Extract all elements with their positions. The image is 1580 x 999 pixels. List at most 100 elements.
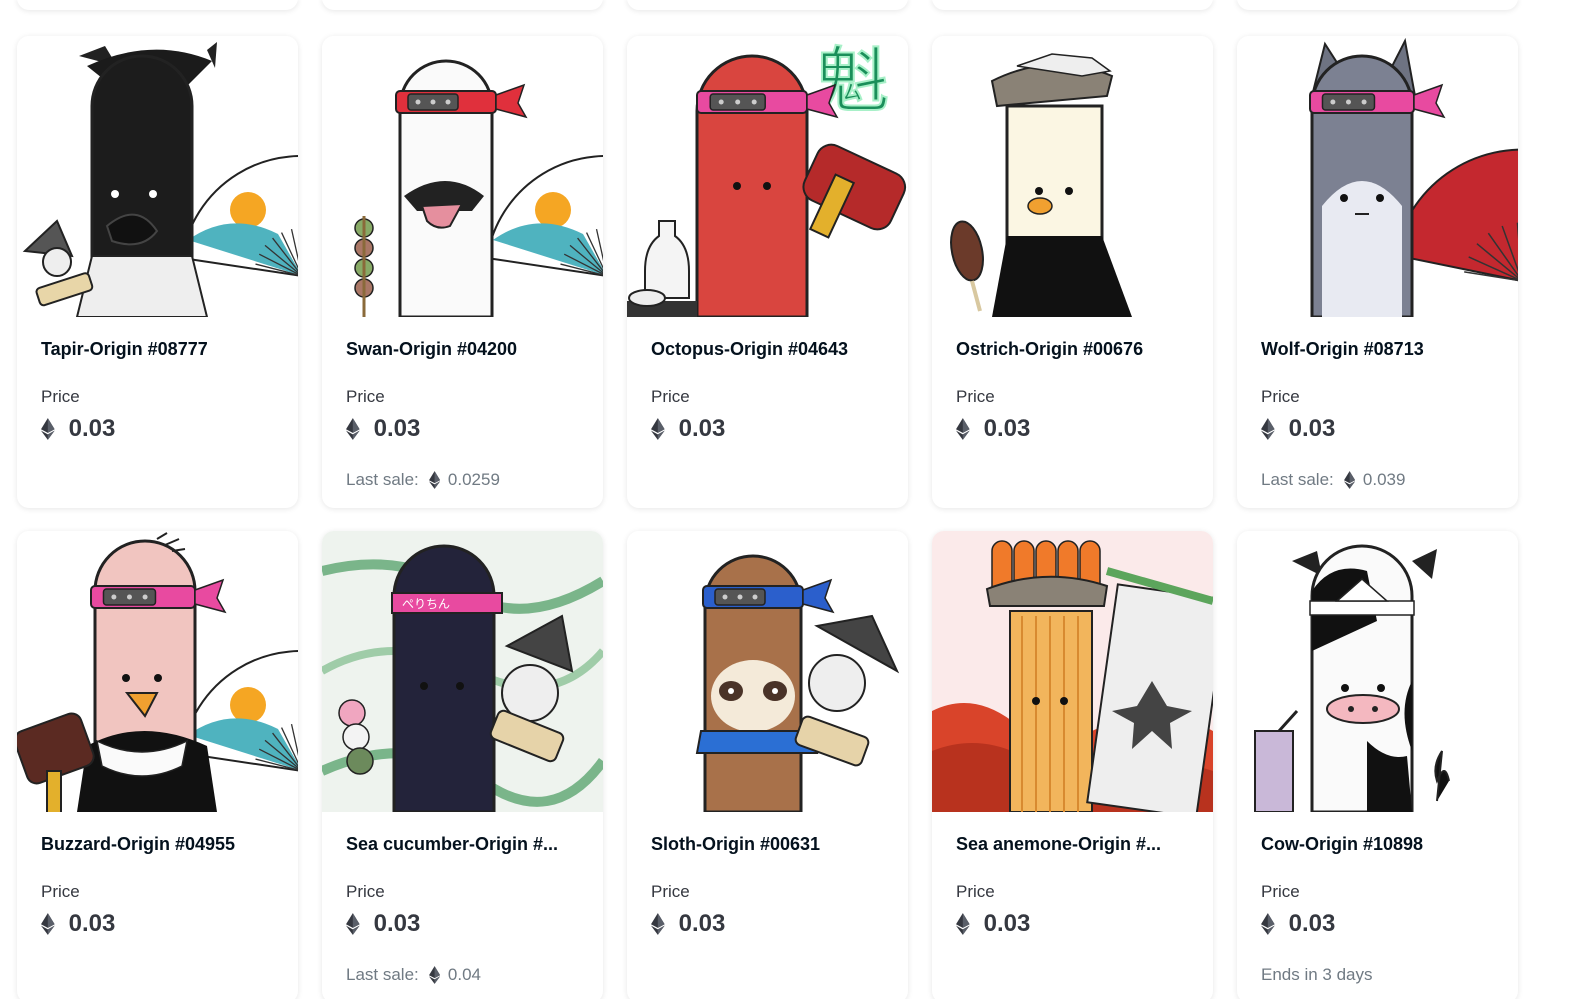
nft-name[interactable]: Sloth-Origin #00631 (651, 834, 820, 855)
ethereum-icon (651, 913, 665, 935)
ethereum-icon (428, 471, 440, 489)
last-sale: Last sale: 0.04 (346, 964, 481, 986)
nft-image[interactable] (17, 531, 298, 812)
price-label: Price (651, 882, 690, 901)
price: 0.03 (346, 414, 420, 444)
ethereum-icon (1261, 913, 1275, 935)
ethereum-icon (1261, 418, 1275, 440)
card-stub[interactable] (322, 0, 603, 10)
last-sale: Last sale: 0.039 (1261, 469, 1405, 491)
last-sale-value: 0.04 (447, 965, 482, 984)
ethereum-icon (428, 966, 440, 984)
price-value: 0.03 (678, 415, 726, 442)
price-label: Price (1261, 387, 1300, 406)
nft-name[interactable]: Sea cucumber-Origin #... (346, 834, 558, 855)
price: 0.03 (956, 909, 1030, 939)
sloth-character (695, 554, 900, 812)
last-sale-label: Last sale: (1261, 470, 1334, 489)
nft-image[interactable] (932, 36, 1213, 317)
tapir-character (22, 42, 298, 317)
nft-card[interactable]: Sloth-Origin #00631 Price 0.03 (627, 531, 908, 999)
nft-name[interactable]: Tapir-Origin #08777 (41, 339, 208, 360)
nft-grid: Tapir-Origin #08777 Price 0.03 Swan-Orig… (0, 0, 1580, 999)
nft-name[interactable]: Swan-Origin #04200 (346, 339, 517, 360)
nft-card[interactable]: Wolf-Origin #08713 Price 0.03 Last sale:… (1237, 36, 1518, 508)
nft-card[interactable]: Tapir-Origin #08777 Price 0.03 (17, 36, 298, 508)
ethereum-icon (41, 913, 55, 935)
price: 0.03 (956, 414, 1030, 444)
price-value: 0.03 (983, 910, 1031, 937)
ethereum-icon (346, 913, 360, 935)
swan-character (354, 59, 603, 317)
nft-image[interactable] (1237, 36, 1518, 317)
price-value: 0.03 (678, 910, 726, 937)
ethereum-icon (651, 418, 665, 440)
nft-card[interactable]: Buzzard-Origin #04955 Price 0.03 (17, 531, 298, 999)
auction-ends: Ends in 3 days (1261, 964, 1373, 986)
card-stub[interactable] (17, 0, 298, 10)
ends-label: Ends in 3 days (1261, 965, 1373, 984)
card-stub[interactable] (932, 0, 1213, 10)
nft-name[interactable]: Octopus-Origin #04643 (651, 339, 848, 360)
ethereum-icon (41, 418, 55, 440)
nft-card[interactable]: ぺりちん Sea cucumber-Origin #... Price 0.03… (322, 531, 603, 999)
nft-image[interactable]: 魁 (627, 36, 908, 317)
price-label: Price (346, 882, 385, 901)
nft-card[interactable]: Swan-Origin #04200 Price 0.03 Last sale:… (322, 36, 603, 508)
last-sale-value: 0.039 (1362, 470, 1406, 489)
buzzard-character (17, 532, 298, 812)
svg-text:ぺりちん: ぺりちん (402, 597, 450, 611)
last-sale: Last sale: 0.0259 (346, 469, 500, 491)
price: 0.03 (1261, 909, 1335, 939)
sea-anemone-character (932, 531, 1213, 812)
price: 0.03 (41, 414, 115, 444)
nft-image[interactable] (17, 36, 298, 317)
price-label: Price (956, 387, 995, 406)
card-stub[interactable] (627, 0, 908, 10)
price-value: 0.03 (983, 415, 1031, 442)
price-value: 0.03 (68, 415, 116, 442)
ethereum-icon (956, 418, 970, 440)
price-value: 0.03 (1288, 910, 1336, 937)
nft-image[interactable] (627, 531, 908, 812)
ostrich-character (950, 53, 1132, 317)
nft-image[interactable]: ぺりちん (322, 531, 603, 812)
nft-name[interactable]: Wolf-Origin #08713 (1261, 339, 1424, 360)
nft-card[interactable]: Ostrich-Origin #00676 Price 0.03 (932, 36, 1213, 508)
price-label: Price (1261, 882, 1300, 901)
octopus-character: 魁 (627, 38, 907, 317)
nft-name[interactable]: Cow-Origin #10898 (1261, 834, 1423, 855)
last-sale-label: Last sale: (346, 470, 419, 489)
nft-name[interactable]: Ostrich-Origin #00676 (956, 339, 1143, 360)
price-label: Price (41, 882, 80, 901)
ethereum-icon (956, 913, 970, 935)
price-value: 0.03 (373, 415, 421, 442)
price-label: Price (956, 882, 995, 901)
price: 0.03 (651, 909, 725, 939)
price: 0.03 (41, 909, 115, 939)
nft-image[interactable] (932, 531, 1213, 812)
sea-cucumber-character: ぺりちん (322, 531, 603, 812)
nft-name[interactable]: Sea anemone-Origin #... (956, 834, 1161, 855)
last-sale-value: 0.0259 (447, 470, 500, 489)
wolf-character (1309, 37, 1518, 317)
price: 0.03 (346, 909, 420, 939)
nft-card[interactable]: Sea anemone-Origin #... Price 0.03 (932, 531, 1213, 999)
price-value: 0.03 (68, 910, 116, 937)
ethereum-icon (1343, 471, 1355, 489)
nft-image[interactable] (322, 36, 603, 317)
nft-card[interactable]: Cow-Origin #10898 Price 0.03 Ends in 3 d… (1237, 531, 1518, 999)
price-label: Price (651, 387, 690, 406)
nft-image[interactable] (1237, 531, 1518, 812)
price-value: 0.03 (1288, 415, 1336, 442)
cow-character (1254, 544, 1450, 812)
ethereum-icon (346, 418, 360, 440)
card-stub[interactable] (1237, 0, 1518, 10)
last-sale-label: Last sale: (346, 965, 419, 984)
price-label: Price (41, 387, 80, 406)
price-label: Price (346, 387, 385, 406)
price: 0.03 (651, 414, 725, 444)
price: 0.03 (1261, 414, 1335, 444)
nft-card[interactable]: 魁 Octopus-Origin #04643 Price 0.03 (627, 36, 908, 508)
nft-name[interactable]: Buzzard-Origin #04955 (41, 834, 235, 855)
